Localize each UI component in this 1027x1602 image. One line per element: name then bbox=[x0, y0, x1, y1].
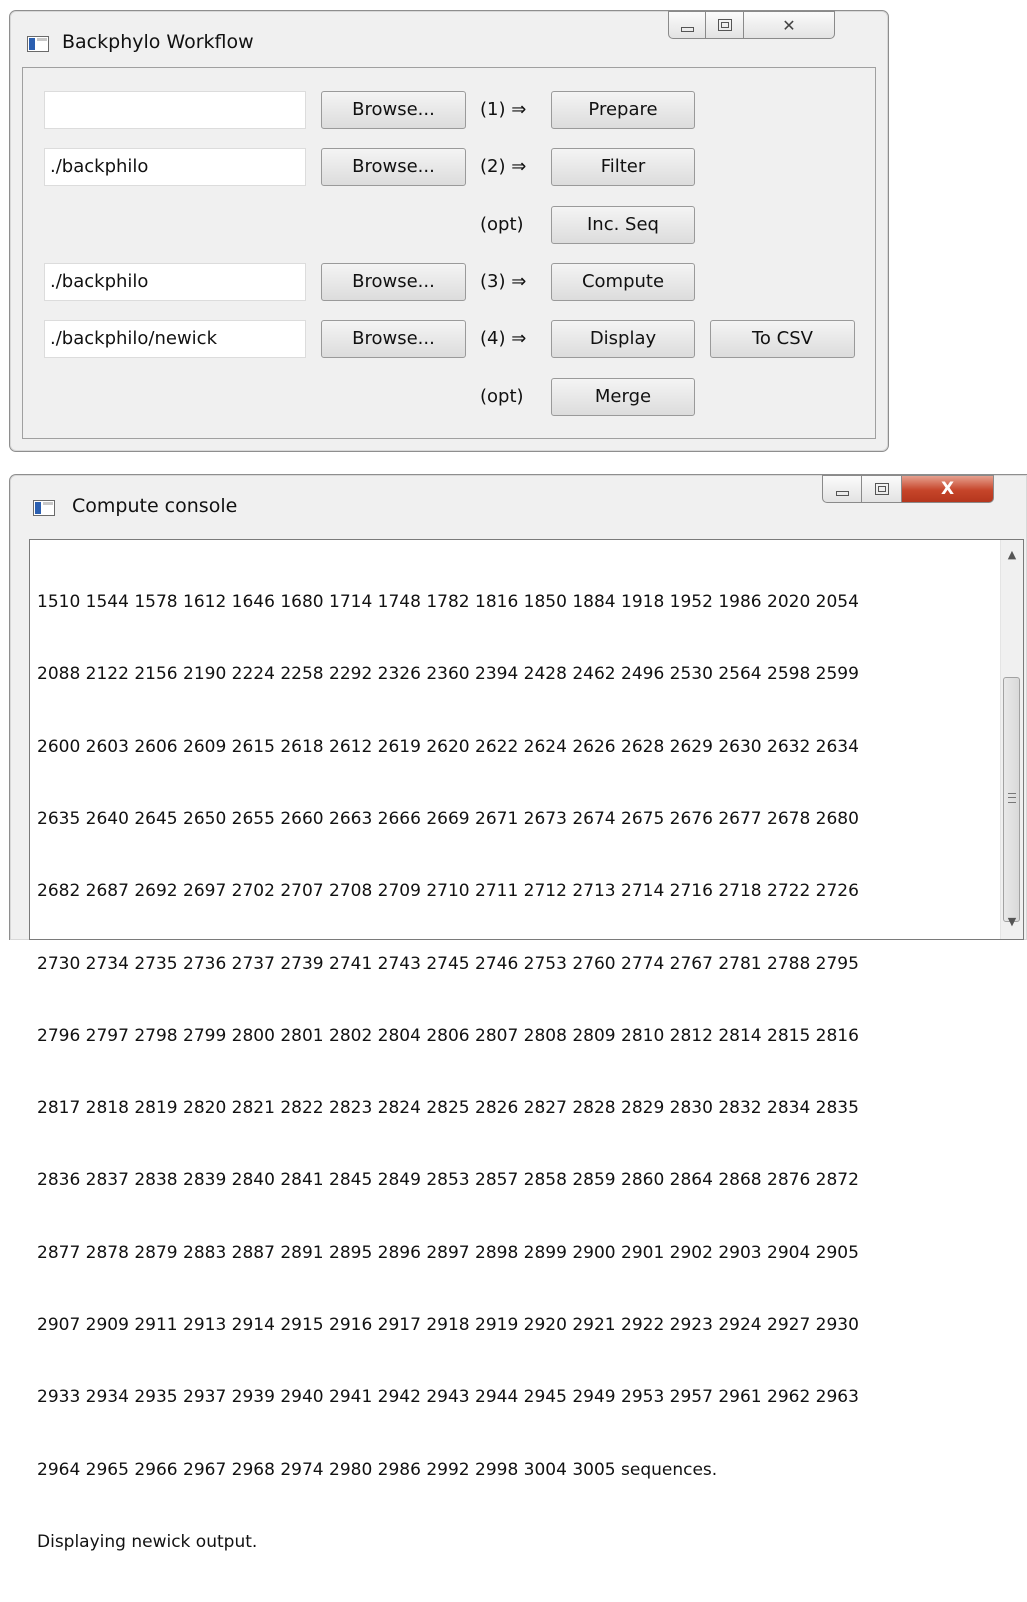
backphylo-workflow-window: Backphylo Workflow ✕ Browse... (1) ⇒ Pre… bbox=[9, 10, 889, 452]
console-line: 2682 2687 2692 2697 2702 2707 2708 2709 … bbox=[37, 881, 859, 902]
console-line: 2964 2965 2966 2967 2968 2974 2980 2986 … bbox=[37, 1459, 718, 1480]
minimize-icon bbox=[835, 490, 849, 496]
prepare-path-input[interactable] bbox=[44, 91, 306, 129]
maximize-icon bbox=[717, 19, 732, 31]
compute-console-window: Compute console X 1510 1544 1578 1612 16… bbox=[9, 474, 1027, 1552]
prepare-button[interactable]: Prepare bbox=[551, 91, 695, 129]
console-line: 2600 2603 2606 2609 2615 2618 2612 2619 … bbox=[37, 736, 859, 757]
console-line: 2933 2934 2935 2937 2939 2940 2941 2942 … bbox=[37, 1387, 859, 1408]
workflow-window-title: Backphylo Workflow bbox=[62, 31, 254, 53]
step-1-label: (1) ⇒ bbox=[480, 99, 527, 120]
console-line: 2088 2122 2156 2190 2224 2258 2292 2326 … bbox=[37, 664, 859, 685]
console-line: 2877 2878 2879 2883 2887 2891 2895 2896 … bbox=[37, 1242, 859, 1263]
console-line: 1510 1544 1578 1612 1646 1680 1714 1748 … bbox=[37, 592, 859, 613]
step-opt-label: (opt) bbox=[480, 214, 524, 235]
inc-seq-button[interactable]: Inc. Seq bbox=[551, 206, 695, 244]
compute-path-input[interactable]: ./backphilo bbox=[44, 263, 306, 301]
console-caption-buttons: X bbox=[822, 475, 994, 503]
minimize-icon bbox=[680, 26, 694, 32]
compute-browse-button[interactable]: Browse... bbox=[321, 263, 466, 301]
console-line: Displaying newick output. bbox=[37, 1531, 258, 1552]
merge-button[interactable]: Merge bbox=[551, 378, 695, 416]
console-line: 2635 2640 2645 2650 2655 2660 2663 2666 … bbox=[37, 809, 859, 830]
step-opt-label: (opt) bbox=[480, 386, 524, 407]
window-app-icon bbox=[33, 500, 55, 516]
console-window-title: Compute console bbox=[72, 495, 238, 517]
maximize-button[interactable] bbox=[862, 475, 902, 503]
filter-browse-button[interactable]: Browse... bbox=[321, 148, 466, 186]
console-titlebar[interactable]: Compute console X bbox=[10, 475, 1027, 531]
workflow-caption-buttons: ✕ bbox=[668, 11, 835, 39]
compute-button[interactable]: Compute bbox=[551, 263, 695, 301]
minimize-button[interactable] bbox=[822, 475, 862, 503]
workflow-panel: Browse... (1) ⇒ Prepare ./backphilo Brow… bbox=[22, 67, 876, 439]
scroll-down-arrow-icon[interactable]: ▼ bbox=[1001, 911, 1023, 933]
display-path-input[interactable]: ./backphilo/newick bbox=[44, 320, 306, 358]
close-button[interactable]: ✕ bbox=[744, 11, 835, 39]
filter-button[interactable]: Filter bbox=[551, 148, 695, 186]
console-line: 2836 2837 2838 2839 2840 2841 2845 2849 … bbox=[37, 1170, 859, 1191]
minimize-button[interactable] bbox=[668, 11, 706, 39]
display-browse-button[interactable]: Browse... bbox=[321, 320, 466, 358]
scroll-up-arrow-icon[interactable]: ▲ bbox=[1001, 544, 1023, 566]
console-line: 2730 2734 2735 2736 2737 2739 2741 2743 … bbox=[37, 953, 859, 974]
console-vertical-scrollbar[interactable]: ▲ ▼ bbox=[1000, 540, 1023, 939]
console-output-area[interactable]: 1510 1544 1578 1612 1646 1680 1714 1748 … bbox=[29, 539, 1024, 1552]
console-text: 1510 1544 1578 1612 1646 1680 1714 1748 … bbox=[37, 542, 992, 1602]
maximize-button[interactable] bbox=[706, 11, 744, 39]
close-icon: X bbox=[940, 479, 955, 499]
console-line: 2817 2818 2819 2820 2821 2822 2823 2824 … bbox=[37, 1098, 859, 1119]
window-app-icon bbox=[27, 36, 49, 52]
console-line: 2907 2909 2911 2913 2914 2915 2916 2917 … bbox=[37, 1315, 859, 1335]
scrollbar-grip-icon bbox=[1008, 793, 1016, 803]
maximize-icon bbox=[874, 483, 889, 495]
step-3-label: (3) ⇒ bbox=[480, 271, 527, 292]
workflow-titlebar[interactable]: Backphylo Workflow ✕ bbox=[10, 11, 888, 67]
display-button[interactable]: Display bbox=[551, 320, 695, 358]
close-button[interactable]: X bbox=[902, 475, 994, 503]
to-csv-button[interactable]: To CSV bbox=[710, 320, 855, 358]
scrollbar-thumb[interactable] bbox=[1003, 677, 1020, 922]
close-icon: ✕ bbox=[782, 15, 796, 35]
prepare-browse-button[interactable]: Browse... bbox=[321, 91, 466, 129]
step-2-label: (2) ⇒ bbox=[480, 156, 527, 177]
step-4-label: (4) ⇒ bbox=[480, 328, 527, 349]
filter-path-input[interactable]: ./backphilo bbox=[44, 148, 306, 186]
console-line: 2796 2797 2798 2799 2800 2801 2802 2804 … bbox=[37, 1025, 859, 1046]
